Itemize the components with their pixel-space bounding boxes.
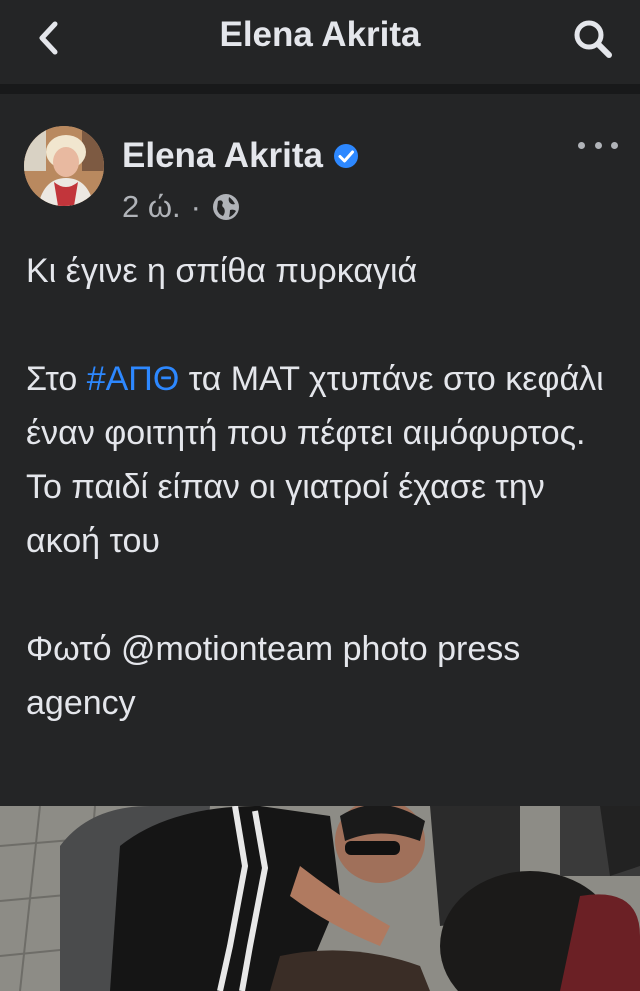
- post-photo-image: [0, 806, 640, 991]
- more-horizontal-icon: [578, 141, 585, 149]
- search-button[interactable]: [570, 16, 616, 62]
- post-text-line: Κι έγινε η σπίθα πυρκαγιά: [26, 252, 418, 290]
- verified-badge-icon: [334, 144, 359, 168]
- avatar-image: [24, 126, 104, 206]
- hashtag-link[interactable]: #ΑΠΘ: [87, 360, 180, 398]
- section-divider: [0, 84, 640, 94]
- post-timestamp[interactable]: 2 ώ.: [122, 189, 181, 225]
- author-name[interactable]: Elena Akrita: [122, 136, 323, 176]
- post-text-segment: Στο: [26, 360, 87, 398]
- post-text: Κι έγινε η σπίθα πυρκαγιά Στο #ΑΠΘ τα ΜΑ…: [26, 244, 626, 730]
- post-card: Elena Akrita 2 ώ. · Κι έγινε η σπίθα πυρ…: [0, 94, 640, 806]
- page-title: Elena Akrita: [219, 15, 421, 54]
- top-navigation-bar: Elena Akrita: [0, 0, 640, 84]
- search-icon: [574, 20, 612, 58]
- meta-separator: ·: [190, 189, 201, 224]
- author-row: Elena Akrita: [122, 134, 359, 178]
- globe-icon: [213, 194, 239, 220]
- more-options-button[interactable]: [578, 130, 618, 160]
- post-text-credit: Φωτό @motionteam photo press agency: [26, 630, 521, 722]
- post-text-paragraph: Στο #ΑΠΘ τα ΜΑΤ χτυπάνε στο κεφάλι έναν …: [26, 352, 626, 568]
- author-avatar[interactable]: [24, 126, 104, 206]
- post-photo[interactable]: [0, 806, 640, 991]
- post-meta: 2 ώ. ·: [122, 189, 241, 225]
